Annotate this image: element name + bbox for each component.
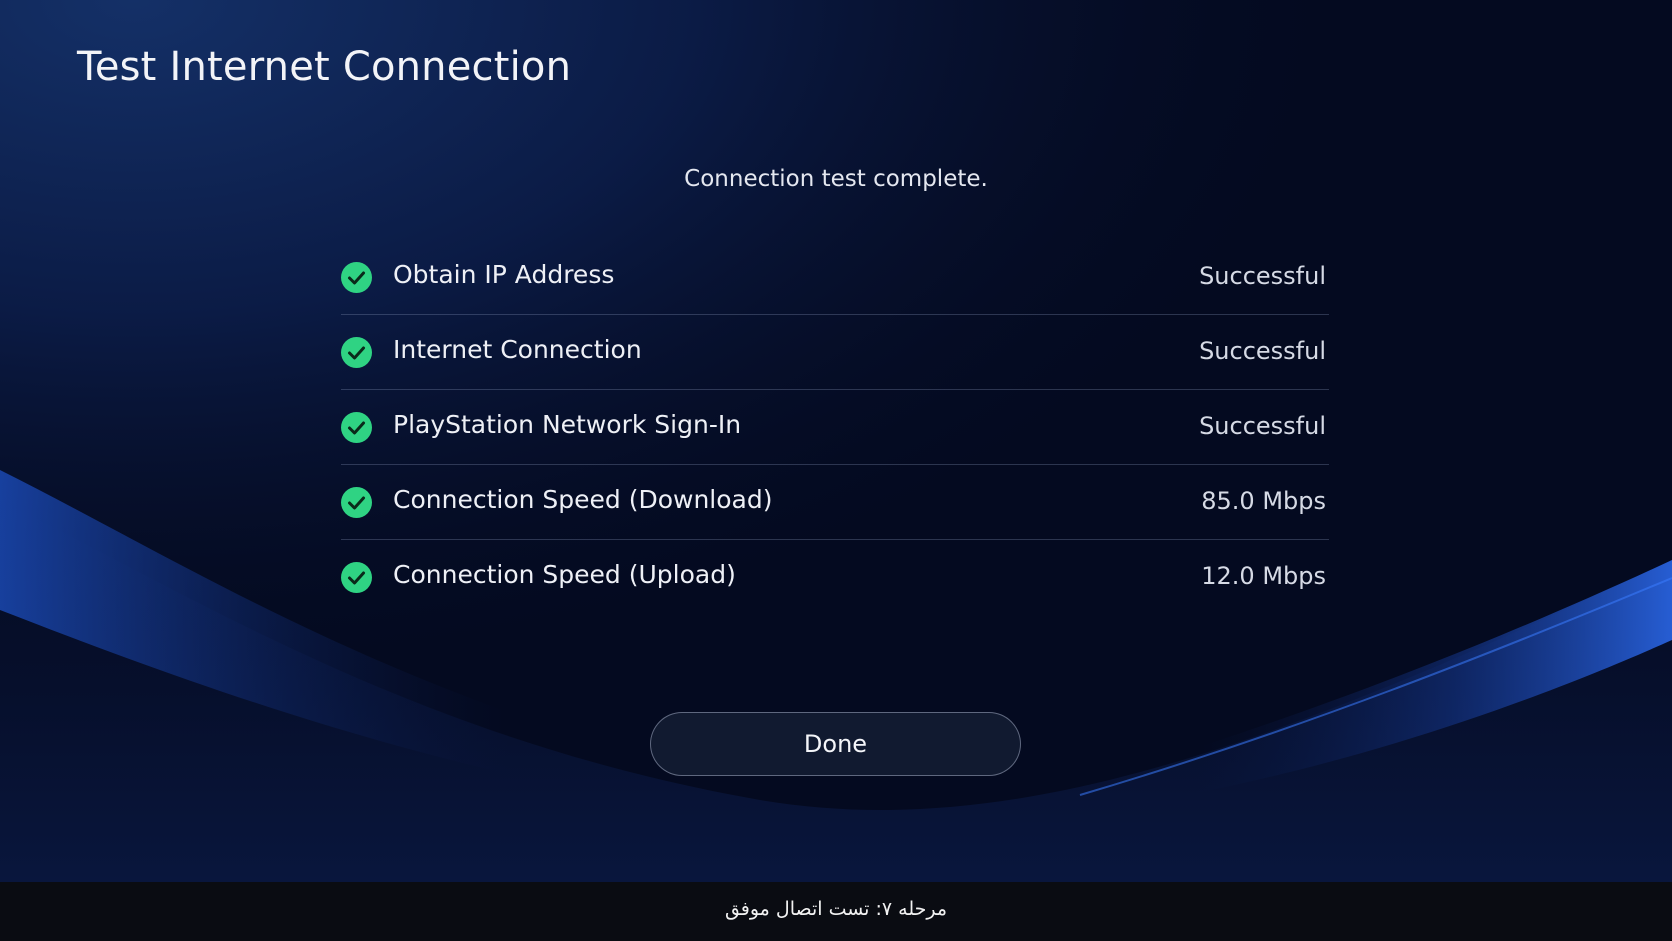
check-circle-icon xyxy=(341,412,372,443)
check-circle-icon xyxy=(341,562,372,593)
caption-bar: مرحله ۷: تست اتصال موفق xyxy=(0,882,1672,941)
result-row-internet-connection: Internet Connection Successful xyxy=(341,315,1329,390)
result-label: Connection Speed (Download) xyxy=(393,485,773,514)
page-title: Test Internet Connection xyxy=(77,44,572,90)
result-label: Connection Speed (Upload) xyxy=(393,560,736,589)
result-value: Successful xyxy=(1199,337,1326,365)
result-label: Obtain IP Address xyxy=(393,260,615,289)
result-row-psn-sign-in: PlayStation Network Sign-In Successful xyxy=(341,390,1329,465)
caption-text: مرحله ۷: تست اتصال موفق xyxy=(724,898,948,920)
result-value: 85.0 Mbps xyxy=(1201,487,1326,515)
result-label: Internet Connection xyxy=(393,335,642,364)
result-row-upload-speed: Connection Speed (Upload) 12.0 Mbps xyxy=(341,540,1329,614)
result-value: 12.0 Mbps xyxy=(1201,562,1326,590)
status-message: Connection test complete. xyxy=(684,166,988,192)
result-value: Successful xyxy=(1199,412,1326,440)
test-results-list: Obtain IP Address Successful Internet Co… xyxy=(341,240,1329,614)
done-button[interactable]: Done xyxy=(650,712,1021,776)
result-value: Successful xyxy=(1199,262,1326,290)
check-circle-icon xyxy=(341,337,372,368)
result-row-download-speed: Connection Speed (Download) 85.0 Mbps xyxy=(341,465,1329,540)
result-label: PlayStation Network Sign-In xyxy=(393,410,742,439)
check-circle-icon xyxy=(341,487,372,518)
result-row-ip-address: Obtain IP Address Successful xyxy=(341,240,1329,315)
check-circle-icon xyxy=(341,262,372,293)
